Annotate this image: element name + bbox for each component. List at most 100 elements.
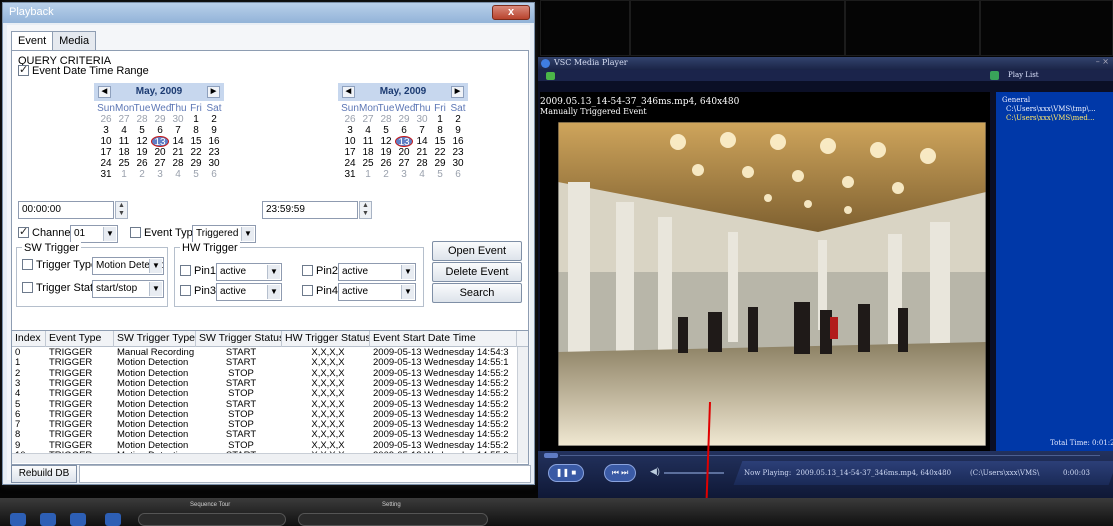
trigger-type-select[interactable]: Motion Detectio ▼ xyxy=(92,257,164,275)
window-controls-icon[interactable]: – × xyxy=(1096,57,1109,66)
calendar-day[interactable]: 12 xyxy=(377,136,395,147)
calendar-day[interactable]: 31 xyxy=(97,169,115,180)
calendar-day[interactable]: 1 xyxy=(359,169,377,180)
calendar-day[interactable]: 28 xyxy=(133,114,151,125)
rebuild-db-button[interactable]: Rebuild DB xyxy=(11,465,77,483)
calendar-day[interactable]: 25 xyxy=(115,158,133,169)
pin2-checkbox[interactable] xyxy=(302,265,313,276)
chevron-down-icon[interactable]: ▼ xyxy=(267,265,280,279)
next-month-button[interactable]: ▶ xyxy=(451,86,464,98)
pin4-toggle[interactable]: Pin4 xyxy=(302,285,338,297)
setting-icons[interactable] xyxy=(298,513,488,526)
calendar-day[interactable]: 26 xyxy=(377,158,395,169)
start-time-spinner[interactable]: ▲ ▼ xyxy=(115,201,128,219)
calendar-day[interactable]: 21 xyxy=(169,147,187,158)
close-button[interactable]: x xyxy=(492,5,530,20)
pin1-select[interactable]: active ▼ xyxy=(216,263,282,281)
calendar-day[interactable]: 4 xyxy=(359,125,377,136)
calendar-day[interactable]: 2 xyxy=(449,114,467,125)
calendar-day[interactable]: 30 xyxy=(413,114,431,125)
pin2-toggle[interactable]: Pin2 xyxy=(302,265,338,277)
calendar-day[interactable]: 1 xyxy=(187,114,205,125)
calendar-day[interactable]: 14 xyxy=(169,136,187,147)
calendar-day[interactable]: 3 xyxy=(151,169,169,180)
channel-toggle[interactable]: Channel xyxy=(18,225,73,239)
chevron-down-icon[interactable]: ▼ xyxy=(401,265,414,279)
calendar-day[interactable]: 9 xyxy=(205,125,223,136)
calendar-day[interactable]: 17 xyxy=(341,147,359,158)
calendar-day[interactable]: 27 xyxy=(395,158,413,169)
calendar-day[interactable]: 15 xyxy=(187,136,205,147)
trigger-type-toggle[interactable]: Trigger Type xyxy=(22,259,97,271)
record-icon[interactable] xyxy=(10,513,26,526)
chevron-down-icon[interactable]: ▼ xyxy=(241,227,254,241)
calendar-day[interactable]: 10 xyxy=(341,136,359,147)
snapshot-icon[interactable] xyxy=(70,513,86,526)
column-header[interactable]: Index xyxy=(12,331,46,347)
calendar-day[interactable]: 20 xyxy=(395,147,413,158)
prev-month-button[interactable]: ◀ xyxy=(98,86,111,98)
pin1-toggle[interactable]: Pin1 xyxy=(180,265,216,277)
calendar-day[interactable]: 23 xyxy=(449,147,467,158)
column-header[interactable]: SW Trigger Type xyxy=(114,331,196,347)
open-event-button[interactable]: Open Event xyxy=(432,241,522,261)
calendar-day[interactable]: 27 xyxy=(151,158,169,169)
calendar-day[interactable]: 3 xyxy=(97,125,115,136)
trigger-status-checkbox[interactable] xyxy=(22,282,33,293)
pin3-toggle[interactable]: Pin3 xyxy=(180,285,216,297)
start-time-field[interactable]: 00:00:00 xyxy=(18,201,114,219)
playback-title-bar[interactable]: Playback x xyxy=(3,3,534,23)
play-list-item[interactable]: C:\Users\xxx\VMS\tmp\... xyxy=(1006,105,1096,113)
table-row[interactable]: 9 TRIGGER Motion Detection STOP X,X,X,X 2009-… xyxy=(12,441,517,451)
calendar-day[interactable]: 4 xyxy=(413,169,431,180)
calendar-day[interactable]: 4 xyxy=(115,125,133,136)
calendar-day[interactable]: 19 xyxy=(133,147,151,158)
calendar-day[interactable]: 4 xyxy=(169,169,187,180)
table-row[interactable]: 8 TRIGGER Motion Detection START X,X,X,X 2009… xyxy=(12,430,517,440)
play-list-item[interactable]: C:\Users\xxx\VMS\med... xyxy=(1006,114,1095,122)
calendar-day[interactable]: 11 xyxy=(115,136,133,147)
event-type-checkbox[interactable] xyxy=(130,227,141,238)
end-time-spinner[interactable]: ▲ ▼ xyxy=(359,201,372,219)
calendar-day[interactable]: 11 xyxy=(359,136,377,147)
calendar-day[interactable]: 26 xyxy=(341,114,359,125)
column-header[interactable]: Event Type xyxy=(46,331,114,347)
calendar-day[interactable]: 14 xyxy=(413,136,431,147)
calendar-day[interactable]: 18 xyxy=(359,147,377,158)
video-display[interactable]: 2009.05.13_14-54-37_346ms.mp4, 640x480 M… xyxy=(540,92,990,484)
column-header[interactable]: SW Trigger Status xyxy=(196,331,282,347)
calendar-day[interactable]: 20 xyxy=(151,147,169,158)
calendar-day[interactable]: 10 xyxy=(97,136,115,147)
calendar-day[interactable]: 27 xyxy=(115,114,133,125)
table-row[interactable]: 3 TRIGGER Motion Detection START X,X,X,X 2009… xyxy=(12,379,517,389)
pin4-select[interactable]: active ▼ xyxy=(338,283,416,301)
calendar-day[interactable]: 3 xyxy=(395,169,413,180)
calendar-day[interactable]: 5 xyxy=(377,125,395,136)
calendar-day[interactable]: 26 xyxy=(97,114,115,125)
calendar-day[interactable]: 22 xyxy=(431,147,449,158)
calendar-day[interactable]: 29 xyxy=(151,114,169,125)
tab-event[interactable]: Event xyxy=(11,31,54,51)
calendar-day[interactable]: 6 xyxy=(205,169,223,180)
calendar-day[interactable]: 27 xyxy=(359,114,377,125)
next-month-button[interactable]: ▶ xyxy=(207,86,220,98)
camera-grid-cell[interactable] xyxy=(630,0,845,56)
calendar-day[interactable]: 2 xyxy=(377,169,395,180)
calendar-day[interactable]: 5 xyxy=(431,169,449,180)
calendar-day[interactable]: 7 xyxy=(169,125,187,136)
trigger-type-checkbox[interactable] xyxy=(22,259,33,270)
volume-icon[interactable]: ◀) xyxy=(650,466,660,477)
pin3-checkbox[interactable] xyxy=(180,285,191,296)
column-header[interactable]: Event Start Date Time xyxy=(370,331,517,347)
calendar-day[interactable]: 29 xyxy=(187,158,205,169)
camera-grid-cell[interactable] xyxy=(980,0,1113,56)
playlist-toggle-icon[interactable] xyxy=(990,71,999,80)
table-row[interactable]: 0 TRIGGER Manual Recording START X,X,X,X 2009… xyxy=(12,348,517,358)
calendar-day[interactable]: 15 xyxy=(431,136,449,147)
calendar-day[interactable]: 24 xyxy=(341,158,359,169)
chevron-down-icon[interactable]: ▼ xyxy=(103,227,116,241)
table-row[interactable]: 1 TRIGGER Motion Detection START X,X,X,X 2009… xyxy=(12,358,517,368)
calendar-day[interactable]: 1 xyxy=(115,169,133,180)
delete-event-button[interactable]: Delete Event xyxy=(432,262,522,282)
channel-checkbox[interactable] xyxy=(18,225,29,238)
